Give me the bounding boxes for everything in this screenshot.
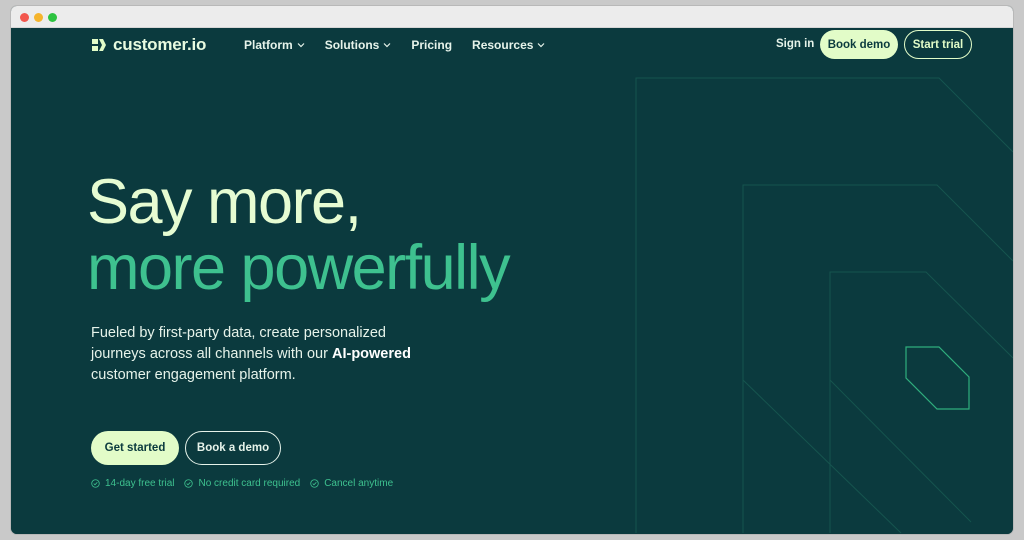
hero-subtitle: Fueled by first-party data, create perso… <box>91 323 431 386</box>
hero-subtitle-text-end: customer engagement platform. <box>91 367 296 383</box>
browser-title-bar <box>11 6 1013 28</box>
check-circle-icon <box>184 479 194 488</box>
perk-item: Cancel anytime <box>310 478 393 489</box>
hero-title-line-2: more powerfully <box>87 233 511 303</box>
hero-title-line-1: Say more, <box>87 167 362 237</box>
perks-list: 14-day free trial No credit card require… <box>91 478 393 489</box>
logo-wordmark: customer.io <box>113 35 207 54</box>
top-navigation: customer.io Platform Solutions Pricing R… <box>11 28 1013 72</box>
nav-item-platform[interactable]: Platform <box>244 38 305 52</box>
nav-item-label: Solutions <box>324 38 380 52</box>
book-a-demo-button[interactable]: Book a demo <box>185 431 281 465</box>
close-window-button[interactable] <box>20 13 29 22</box>
start-trial-button[interactable]: Start trial <box>904 30 972 59</box>
check-circle-icon <box>310 479 319 488</box>
chevron-down-icon <box>537 43 545 48</box>
hero-title: Say more, more powerfully <box>87 167 511 303</box>
nav-item-pricing[interactable]: Pricing <box>411 38 452 52</box>
main-menu: Platform Solutions Pricing Resources <box>244 38 545 52</box>
highlight-hexagon-shape <box>905 346 970 410</box>
nav-item-label: Platform <box>244 38 293 52</box>
chevron-down-icon <box>297 43 305 48</box>
minimize-window-button[interactable] <box>34 13 43 22</box>
logo-mark-icon <box>92 39 106 51</box>
perk-item: 14-day free trial <box>91 478 174 489</box>
perk-label: Cancel anytime <box>324 478 394 489</box>
perk-label: 14-day free trial <box>105 478 175 489</box>
chevron-down-icon <box>383 43 391 48</box>
maximize-window-button[interactable] <box>48 13 57 22</box>
check-circle-icon <box>91 479 100 488</box>
page-viewport: customer.io Platform Solutions Pricing R… <box>11 28 1013 534</box>
nav-item-label: Pricing <box>411 38 453 52</box>
book-demo-button[interactable]: Book demo <box>820 30 898 59</box>
hero-subtitle-highlight: AI-powered <box>331 346 411 362</box>
nav-item-solutions[interactable]: Solutions <box>325 38 392 52</box>
perk-item: No credit card required <box>184 478 300 489</box>
get-started-button[interactable]: Get started <box>91 431 179 465</box>
browser-window: customer.io Platform Solutions Pricing R… <box>11 6 1013 534</box>
perk-label: No credit card required <box>198 478 301 489</box>
logo[interactable]: customer.io <box>91 35 206 55</box>
nav-item-resources[interactable]: Resources <box>472 38 545 52</box>
sign-in-link[interactable]: Sign in <box>776 38 814 50</box>
nav-item-label: Resources <box>472 38 534 52</box>
